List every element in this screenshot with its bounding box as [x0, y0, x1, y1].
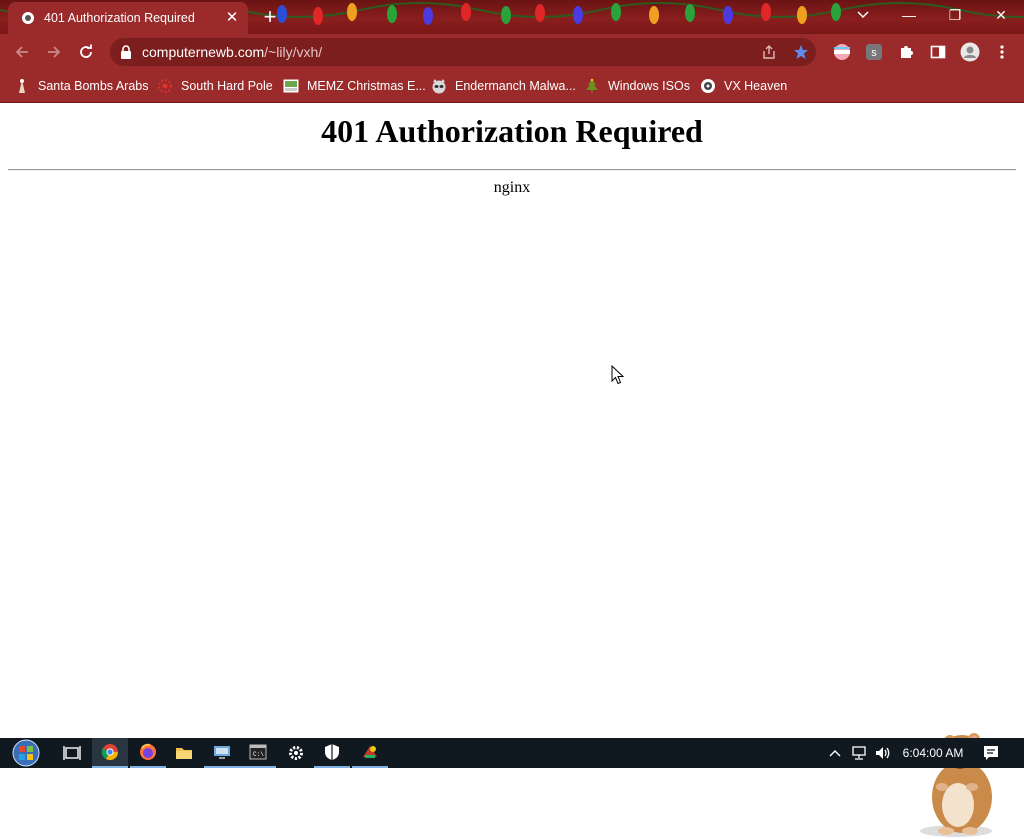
reload-icon — [80, 44, 92, 58]
taskbar-windows-security[interactable] — [314, 738, 350, 768]
task-view-button[interactable] — [54, 738, 90, 768]
bookmark-windows-isos[interactable]: Windows ISOs — [584, 77, 690, 95]
page-content: 401 Authorization Required nginx — [0, 103, 1024, 837]
tree-icon — [584, 78, 600, 94]
url-text[interactable]: computernewb.com/~lily/vxh/ — [142, 44, 322, 60]
bookmark-endermanch-malware[interactable]: Endermanch Malwa... — [431, 77, 576, 95]
title-bar: 401 Authorization Required ✕ + — ❐ ✕ — [0, 0, 1024, 34]
bookmark-label: Endermanch Malwa... — [455, 79, 576, 93]
bookmark-memz-christmas[interactable]: MEMZ Christmas E... — [283, 77, 426, 95]
forward-button[interactable] — [42, 40, 66, 64]
svg-text:C:\: C:\ — [253, 751, 264, 758]
chevron-down-icon — [857, 11, 869, 19]
bookmark-label: Santa Bombs Arabs — [38, 79, 149, 93]
volume-tray[interactable] — [872, 738, 894, 768]
taskbar-remote-desktop[interactable] — [204, 738, 240, 768]
bookmark-label: South Hard Pole — [181, 79, 273, 93]
page-heading: 401 Authorization Required — [321, 113, 703, 149]
close-window-button[interactable]: ✕ — [978, 0, 1024, 30]
address-bar[interactable]: computernewb.com/~lily/vxh/ — [110, 38, 816, 66]
taskbar-settings[interactable] — [278, 738, 314, 768]
start-button[interactable] — [6, 738, 46, 768]
bookmarks-bar: Santa Bombs Arabs South Hard Pole MEMZ C… — [0, 70, 1024, 103]
bookmark-label: Windows ISOs — [608, 79, 690, 93]
chrome-menu-icon[interactable] — [992, 42, 1012, 62]
chrome-icon — [101, 744, 119, 761]
action-center-button[interactable] — [978, 738, 1004, 768]
flag-extension-icon[interactable] — [832, 42, 852, 62]
memz-icon — [283, 78, 299, 94]
horizontal-rule — [8, 169, 1016, 171]
arrow-left-icon — [15, 46, 28, 58]
network-tray[interactable] — [848, 738, 870, 768]
windows-taskbar: C:\ 6:04:00 AM — [0, 738, 1024, 768]
taskbar-command-prompt[interactable]: C:\ — [240, 738, 276, 768]
task-view-icon — [63, 746, 81, 760]
s-extension-icon[interactable]: s — [864, 42, 884, 62]
bookmark-label: MEMZ Christmas E... — [307, 79, 426, 93]
svg-text:s: s — [871, 47, 877, 59]
side-panel-icon[interactable] — [928, 42, 948, 62]
share-icon[interactable] — [760, 43, 778, 61]
notification-icon — [984, 746, 998, 760]
speaker-icon — [876, 747, 890, 759]
vx-heaven-icon — [700, 78, 716, 94]
url-host: computernewb.com — [142, 44, 265, 60]
remote-desktop-icon — [214, 746, 230, 759]
restore-button[interactable]: ❐ — [932, 0, 978, 30]
app-icon — [363, 746, 377, 758]
minimize-button[interactable]: — — [886, 0, 932, 30]
browser-toolbar: computernewb.com/~lily/vxh/ s — [0, 34, 1024, 70]
nginx-favicon-icon — [20, 10, 36, 26]
santa-icon — [14, 78, 30, 94]
server-signature: nginx — [493, 179, 531, 196]
gear-icon — [289, 746, 303, 760]
chevron-up-icon — [829, 750, 841, 757]
firefox-icon — [140, 743, 156, 760]
bookmark-santa-bombs-arabs[interactable]: Santa Bombs Arabs — [14, 77, 148, 95]
tab-search-button[interactable] — [840, 0, 886, 30]
back-button[interactable] — [10, 40, 34, 64]
profile-avatar-icon[interactable] — [960, 42, 980, 62]
command-prompt-icon: C:\ — [249, 744, 267, 760]
reload-button[interactable] — [74, 40, 98, 64]
raccoon-icon — [431, 78, 447, 94]
extensions-puzzle-icon[interactable] — [896, 42, 916, 62]
tab-close-icon[interactable]: ✕ — [224, 10, 240, 26]
taskbar-clock[interactable]: 6:04:00 AM — [898, 738, 968, 768]
taskbar-file-explorer[interactable] — [166, 738, 202, 768]
url-path: /~lily/vxh/ — [264, 44, 323, 60]
taskbar-chrome[interactable] — [92, 738, 128, 768]
shield-icon — [325, 744, 339, 760]
network-icon — [852, 746, 866, 760]
show-hidden-icons-button[interactable] — [826, 738, 844, 768]
lock-icon[interactable] — [120, 45, 132, 64]
snowflake-icon — [157, 78, 173, 94]
bookmark-vx-heaven[interactable]: VX Heaven — [700, 77, 787, 95]
taskbar-app[interactable] — [352, 738, 388, 768]
active-tab[interactable]: 401 Authorization Required ✕ — [8, 2, 248, 34]
new-tab-button[interactable]: + — [258, 5, 282, 29]
bookmark-south-hard-pole[interactable]: South Hard Pole — [157, 77, 273, 95]
folder-icon — [176, 748, 192, 759]
bookmark-star-icon[interactable] — [792, 43, 810, 61]
windows-start-orb-icon — [12, 739, 40, 767]
tab-title: 401 Authorization Required — [44, 11, 195, 25]
arrow-right-icon — [48, 46, 61, 58]
mouse-cursor-icon — [611, 365, 625, 385]
bookmark-label: VX Heaven — [724, 79, 788, 93]
taskbar-firefox[interactable] — [130, 738, 166, 768]
